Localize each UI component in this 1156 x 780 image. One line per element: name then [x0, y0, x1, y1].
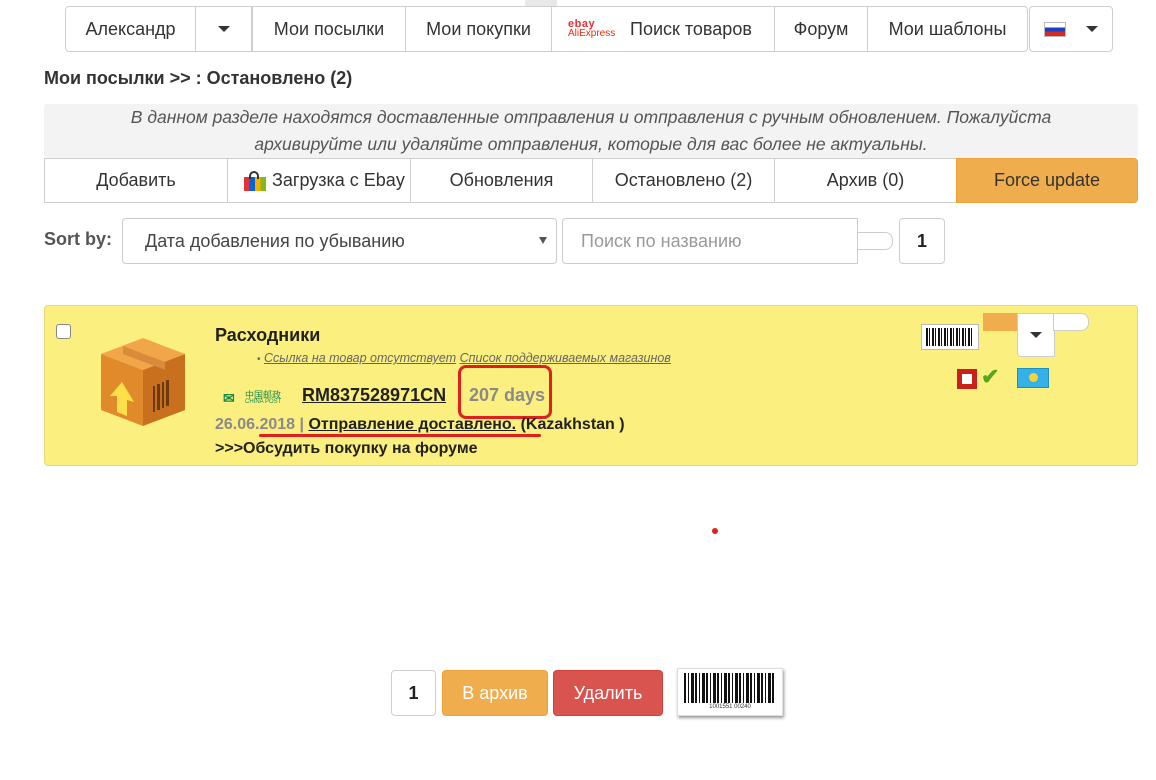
tracking-number-link[interactable]: RM837528971CN — [302, 385, 446, 406]
parcel-links: • Ссылка на товар отсутствует Список под… — [257, 351, 671, 365]
delivery-status: Отправление доставлено. — [308, 416, 517, 433]
barcode-small-icon[interactable] — [921, 324, 979, 350]
tab-stopped[interactable]: Остановлено (2) — [592, 158, 775, 203]
force-update-button[interactable]: Force update — [956, 158, 1138, 203]
kazakhstan-flag-icon — [1017, 368, 1049, 388]
select-arrow-icon — [539, 237, 547, 244]
nav-my-purchases[interactable]: Мои покупки — [405, 6, 552, 52]
status-date: 26.06.2018 — [215, 416, 296, 433]
nav-my-parcels[interactable]: Мои посылки — [252, 6, 406, 52]
parcel-title: Расходники — [215, 325, 321, 345]
parcel-checkbox[interactable] — [56, 324, 71, 339]
tab-add[interactable]: Добавить — [44, 158, 228, 203]
supported-shops-link[interactable]: Список поддерживаемых магазинов — [460, 351, 671, 365]
archive-button-label: В архив — [462, 682, 528, 703]
shopping-bag-icon — [244, 170, 266, 191]
status-line: 26.06.2018 | Отправление доставлено. (Ka… — [215, 416, 625, 434]
china-post-icon: ✉ — [223, 390, 235, 406]
nav-product-search[interactable]: ebay AliExpress Поиск товаров — [551, 6, 775, 52]
chevron-down-icon — [217, 26, 230, 32]
destination-country: (Kazakhstan ) — [520, 416, 625, 433]
delete-button-label: Удалить — [573, 682, 643, 703]
nav-forum-label: Форум — [793, 18, 849, 39]
tab-add-label: Добавить — [96, 170, 176, 190]
search-button[interactable] — [857, 232, 893, 250]
scroll-tab — [525, 0, 557, 6]
language-selector[interactable] — [1029, 6, 1113, 52]
tab-archive[interactable]: Архив (0) — [774, 158, 957, 203]
tab-updates-label: Обновления — [449, 170, 554, 190]
nav-my-purchases-label: Мои покупки — [426, 18, 531, 39]
china-post-logo: ✉ 中国邮政 CHINA POST — [223, 387, 291, 409]
nav-my-templates-label: Мои шаблоны — [888, 18, 1007, 39]
user-name: Александр — [85, 18, 176, 39]
archive-button[interactable]: В архив — [442, 670, 548, 716]
chevron-down-icon — [1086, 26, 1098, 32]
forum-discussion-link[interactable]: >>>Обсудить покупку на форуме — [215, 440, 478, 458]
sort-label: Sort by: — [44, 229, 113, 249]
info-line-2: архивируйте или удаляйте отправления, ко… — [254, 134, 928, 154]
checkmark-icon[interactable]: ✔ — [981, 366, 999, 388]
page-number-bottom-label: 1 — [408, 682, 419, 703]
page-number-top[interactable]: 1 — [899, 218, 945, 264]
barcode-print-icon[interactable]: 1001551 00240 — [677, 668, 783, 716]
sort-select[interactable]: Дата добавления по убыванию — [122, 218, 557, 264]
orange-action-button[interactable] — [983, 313, 1019, 331]
info-line-1: В данном разделе находятся доставленные … — [130, 107, 1052, 127]
tab-updates[interactable]: Обновления — [410, 158, 593, 203]
annotation-dot — [712, 528, 718, 534]
nav-my-parcels-label: Мои посылки — [273, 18, 385, 39]
chevron-down-icon — [1030, 332, 1042, 338]
nav-product-search-label: Поиск товаров — [630, 18, 752, 39]
nav-forum[interactable]: Форум — [774, 6, 868, 52]
tab-archive-label: Архив (0) — [826, 170, 905, 190]
tab-ebay-import[interactable]: Загрузка с Ebay — [227, 158, 411, 203]
russian-flag-icon — [1044, 21, 1066, 37]
parcel-dropdown-toggle[interactable] — [1017, 313, 1055, 357]
parcel-extra-button[interactable] — [1053, 313, 1089, 331]
page-number-top-label: 1 — [916, 230, 927, 251]
user-dropdown-toggle[interactable] — [195, 6, 252, 52]
nav-my-templates[interactable]: Мои шаблоны — [867, 6, 1028, 52]
stop-icon[interactable] — [957, 369, 977, 389]
barcode-number: 1001551 00240 — [709, 704, 751, 710]
package-box-icon — [93, 330, 193, 430]
force-update-label: Force update — [993, 170, 1101, 190]
tab-stopped-label: Остановлено (2) — [614, 170, 753, 190]
annotation-underline — [259, 434, 541, 437]
china-post-en: CHINA POST — [245, 399, 282, 405]
sort-select-value: Дата добавления по убыванию — [145, 230, 405, 251]
parcel-card: Расходники • Ссылка на товар отсутствует… — [44, 305, 1138, 466]
annotation-circle — [458, 365, 552, 419]
status-separator: | — [299, 416, 305, 433]
info-message: В данном разделе находятся доставленные … — [44, 104, 1138, 158]
search-input[interactable]: Поиск по названию — [562, 218, 858, 264]
user-menu-button[interactable]: Александр — [65, 6, 196, 52]
search-placeholder: Поиск по названию — [581, 230, 742, 251]
breadcrumb: Мои посылки >> : Остановлено (2) — [44, 68, 353, 88]
missing-link-note[interactable]: Ссылка на товар отсутствует — [264, 351, 456, 365]
delete-button[interactable]: Удалить — [553, 670, 663, 716]
aliexpress-logo-text: AliExpress — [568, 28, 616, 39]
ebay-aliexpress-logo: ebay AliExpress — [568, 19, 622, 39]
tab-ebay-import-label: Загрузка с Ebay — [272, 170, 405, 190]
page-number-bottom[interactable]: 1 — [391, 670, 436, 716]
